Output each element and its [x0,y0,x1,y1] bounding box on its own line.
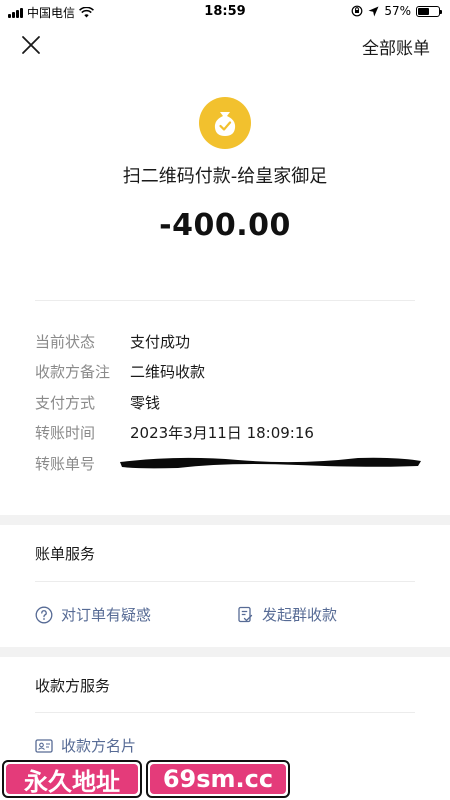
group-collect-label: 发起群收款 [262,606,338,624]
watermark-right-text: 69sm.cc [150,764,286,794]
divider [35,581,415,582]
redaction-scribble [120,457,421,469]
detail-value: 二维码收款 [130,363,206,381]
money-bag-icon [199,97,251,149]
divider [35,712,415,713]
bill-service-title: 账单服务 [35,545,96,563]
payee-service-title: 收款方服务 [35,677,111,695]
detail-value: 2023年3月11日 18:09:16 [130,424,314,442]
detail-value: 支付成功 [130,333,191,351]
close-button[interactable] [20,34,42,56]
divider [35,300,415,301]
location-icon [368,6,379,16]
detail-label: 转账时间 [35,424,96,442]
section-separator [0,515,450,525]
business-card-icon [35,738,53,753]
group-collect-button[interactable]: 发起群收款 [236,604,337,625]
detail-value: 零钱 [130,394,161,412]
detail-label: 当前状态 [35,333,96,351]
order-question-button[interactable]: 对订单有疑惑 [35,604,151,625]
order-question-label: 对订单有疑惑 [61,606,152,624]
group-collect-icon [238,606,253,622]
section-separator [0,647,450,657]
detail-label: 转账单号 [35,455,96,473]
question-circle-icon [35,606,53,623]
battery-percent: 57% [384,4,411,18]
detail-row-payment-method: 支付方式 零钱 [35,392,425,414]
payment-amount: -400.00 [159,208,291,243]
status-right: 57% [351,4,442,18]
watermark-left: 永久地址 [2,760,142,798]
payee-card-button[interactable]: 收款方名片 [35,735,136,756]
detail-label: 收款方备注 [35,363,111,381]
battery-icon [416,5,442,17]
status-bar: 中国电信 18:59 57% [0,0,450,24]
close-icon [22,36,40,54]
nav-bar: 全部账单 [0,30,450,64]
watermark-left-text: 永久地址 [6,764,138,796]
payee-card-label: 收款方名片 [61,737,137,755]
all-bills-link[interactable]: 全部账单 [362,34,430,59]
detail-row-transfer-time: 转账时间 2023年3月11日 18:09:16 [35,422,425,444]
detail-row-status: 当前状态 支付成功 [35,331,425,353]
detail-label: 支付方式 [35,394,96,412]
orientation-lock-icon [351,5,363,17]
detail-row-payee-note: 收款方备注 二维码收款 [35,361,425,383]
payment-title: 扫二维码付款-给皇家御足 [122,166,328,187]
battery-level [418,7,430,15]
watermark-right: 69sm.cc [146,760,290,798]
